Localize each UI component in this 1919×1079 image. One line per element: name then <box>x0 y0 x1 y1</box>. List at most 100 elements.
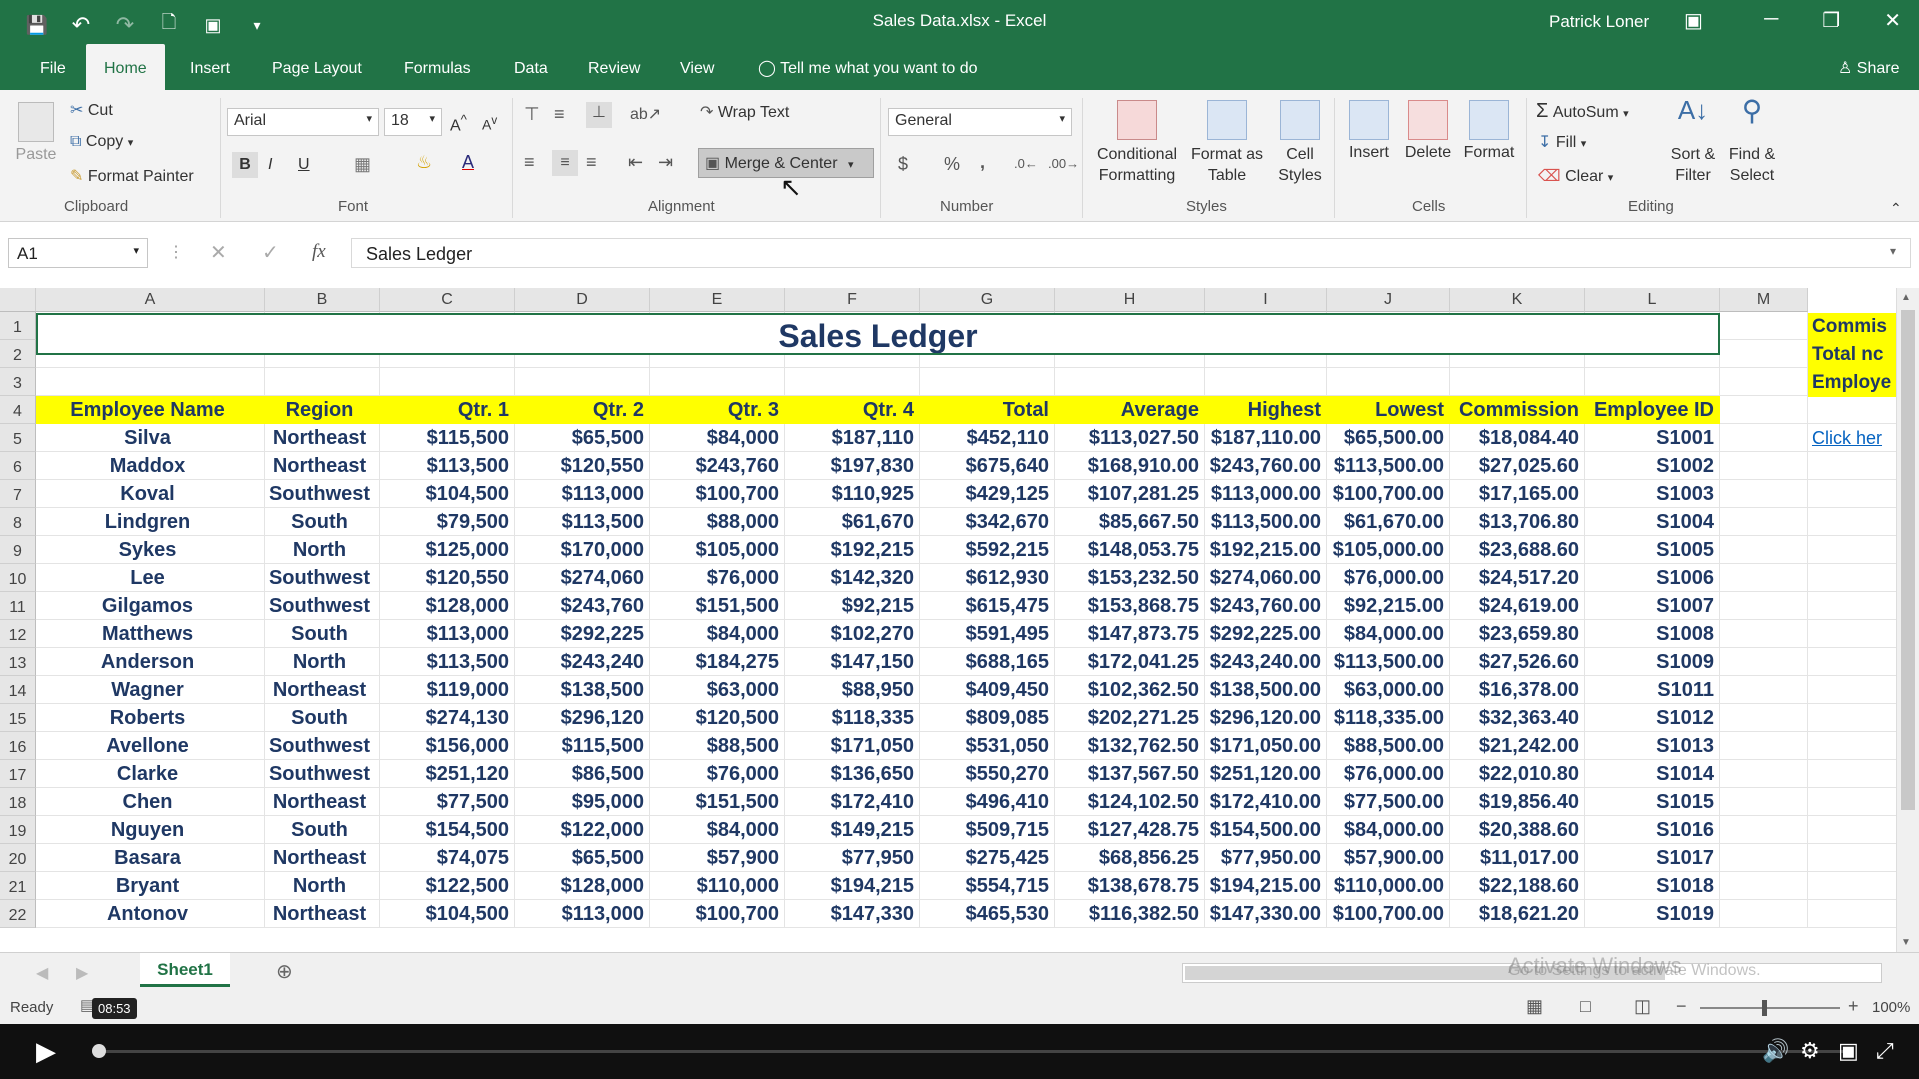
table-cell[interactable]: $27,526.60 <box>1450 648 1579 676</box>
table-cell[interactable]: $16,378.00 <box>1450 676 1579 704</box>
table-cell[interactable]: $296,120.00 <box>1205 704 1321 732</box>
table-cell[interactable]: $77,500 <box>380 788 509 816</box>
row-header-15[interactable]: 15 <box>0 704 36 732</box>
table-cell[interactable]: Chen <box>36 788 259 816</box>
font-color-icon[interactable]: A <box>462 152 474 173</box>
cancel-entry-icon[interactable]: ✕ <box>210 240 227 265</box>
fill-color-icon[interactable]: ♨ <box>416 152 432 173</box>
row-header-4[interactable]: 4 <box>0 396 36 424</box>
table-cell[interactable]: $429,125 <box>920 480 1049 508</box>
table-cell[interactable]: $531,050 <box>920 732 1049 760</box>
table-cell[interactable]: $615,475 <box>920 592 1049 620</box>
table-cell[interactable]: $63,000 <box>650 676 779 704</box>
table-cell[interactable]: $77,950 <box>785 844 914 872</box>
row-header-20[interactable]: 20 <box>0 844 36 872</box>
table-cell[interactable]: $92,215 <box>785 592 914 620</box>
table-cell[interactable]: $120,550 <box>515 452 644 480</box>
table-cell[interactable]: $76,000 <box>650 760 779 788</box>
table-cell[interactable]: $292,225 <box>515 620 644 648</box>
row-header-3[interactable]: 3 <box>0 368 36 396</box>
sheet-title-cell[interactable]: Sales Ledger <box>36 313 1720 355</box>
collapse-ribbon-icon[interactable]: ⌃ <box>1890 200 1902 217</box>
table-cell[interactable]: $122,500 <box>380 872 509 900</box>
table-cell[interactable]: $77,950.00 <box>1205 844 1321 872</box>
paste-button[interactable]: Paste <box>14 102 58 164</box>
table-cell[interactable]: $113,500.00 <box>1205 508 1321 536</box>
table-cell[interactable]: $115,500 <box>380 424 509 452</box>
name-box[interactable]: A1 ▾ <box>8 238 148 268</box>
table-cell[interactable]: $11,017.00 <box>1450 844 1579 872</box>
table-cell[interactable]: $113,500 <box>380 452 509 480</box>
bold-button[interactable]: B <box>232 152 258 178</box>
column-title-9[interactable]: Highest <box>1205 396 1321 424</box>
table-cell[interactable]: $61,670.00 <box>1327 508 1444 536</box>
table-cell[interactable]: $171,050.00 <box>1205 732 1321 760</box>
table-cell[interactable]: North <box>265 536 374 564</box>
table-cell[interactable]: $120,550 <box>380 564 509 592</box>
fullscreen-icon[interactable]: ⤢ <box>1876 1038 1894 1064</box>
table-cell[interactable]: $550,270 <box>920 760 1049 788</box>
share-button[interactable]: ♙ Share <box>1838 58 1900 78</box>
table-cell[interactable]: $88,500.00 <box>1327 732 1444 760</box>
table-cell[interactable]: $171,050 <box>785 732 914 760</box>
row-header-2[interactable]: 2 <box>0 340 36 368</box>
table-cell[interactable]: $63,000.00 <box>1327 676 1444 704</box>
table-cell[interactable]: $124,102.50 <box>1055 788 1199 816</box>
sheet-tab-sheet1[interactable]: Sheet1 <box>140 953 230 987</box>
percent-button[interactable]: % <box>944 154 960 175</box>
tell-me-box[interactable]: ◯ Tell me what you want to do <box>758 58 978 78</box>
orientation-icon[interactable]: ab↗ <box>630 104 661 124</box>
table-cell[interactable]: Gilgamos <box>36 592 259 620</box>
table-cell[interactable]: $274,060 <box>515 564 644 592</box>
table-cell[interactable]: $116,382.50 <box>1055 900 1199 928</box>
table-cell[interactable]: $147,150 <box>785 648 914 676</box>
table-cell[interactable]: $95,000 <box>515 788 644 816</box>
table-cell[interactable]: Southwest <box>265 760 374 788</box>
formula-input[interactable]: Sales Ledger ▾ <box>351 238 1911 268</box>
volume-icon[interactable]: 🔊 <box>1762 1038 1789 1064</box>
table-cell[interactable]: Antonov <box>36 900 259 928</box>
column-title-1[interactable]: Employee Name <box>36 396 259 424</box>
table-cell[interactable]: S1004 <box>1585 508 1714 536</box>
table-cell[interactable]: $120,500 <box>650 704 779 732</box>
table-cell[interactable]: S1014 <box>1585 760 1714 788</box>
increase-indent-icon[interactable]: ⇥ <box>658 152 673 173</box>
table-cell[interactable]: $24,619.00 <box>1450 592 1579 620</box>
scroll-thumb[interactable] <box>1901 310 1915 810</box>
row-header-1[interactable]: 1 <box>0 312 36 340</box>
row-header-18[interactable]: 18 <box>0 788 36 816</box>
table-cell[interactable]: $591,495 <box>920 620 1049 648</box>
font-size-dropdown[interactable]: 18 ▾ <box>384 108 442 136</box>
table-cell[interactable]: S1008 <box>1585 620 1714 648</box>
row-header-17[interactable]: 17 <box>0 760 36 788</box>
table-cell[interactable]: $243,240.00 <box>1205 648 1321 676</box>
row-header-8[interactable]: 8 <box>0 508 36 536</box>
table-cell[interactable]: $77,500.00 <box>1327 788 1444 816</box>
table-cell[interactable]: $104,500 <box>380 480 509 508</box>
row-header-21[interactable]: 21 <box>0 872 36 900</box>
tab-formulas[interactable]: Formulas <box>386 44 489 90</box>
column-title-6[interactable]: Qtr. 4 <box>785 396 914 424</box>
table-cell[interactable]: Nguyen <box>36 816 259 844</box>
table-cell[interactable]: $151,500 <box>650 592 779 620</box>
table-cell[interactable]: $187,110.00 <box>1205 424 1321 452</box>
table-cell[interactable]: $22,188.60 <box>1450 872 1579 900</box>
table-cell[interactable]: $85,667.50 <box>1055 508 1199 536</box>
table-cell[interactable]: $18,084.40 <box>1450 424 1579 452</box>
table-cell[interactable]: $138,678.75 <box>1055 872 1199 900</box>
table-cell[interactable]: Southwest <box>265 592 374 620</box>
table-cell[interactable]: $128,000 <box>515 872 644 900</box>
table-cell[interactable]: $76,000.00 <box>1327 760 1444 788</box>
table-cell[interactable]: $184,275 <box>650 648 779 676</box>
table-cell[interactable]: $194,215.00 <box>1205 872 1321 900</box>
table-cell[interactable]: $113,500 <box>380 648 509 676</box>
row-header-9[interactable]: 9 <box>0 536 36 564</box>
table-cell[interactable]: $113,000.00 <box>1205 480 1321 508</box>
table-cell[interactable]: Northeast <box>265 788 374 816</box>
find-select-button[interactable]: ⚲ Find & Select <box>1724 97 1780 186</box>
table-cell[interactable]: $138,500.00 <box>1205 676 1321 704</box>
table-cell[interactable]: $147,330 <box>785 900 914 928</box>
table-cell[interactable]: Clarke <box>36 760 259 788</box>
table-cell[interactable]: $104,500 <box>380 900 509 928</box>
table-cell[interactable]: North <box>265 872 374 900</box>
